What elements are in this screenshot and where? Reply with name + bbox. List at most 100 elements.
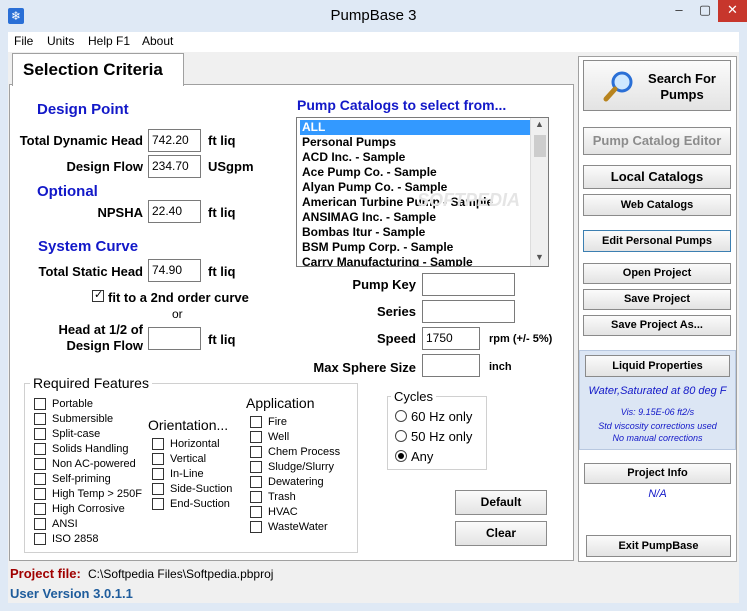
softpedia-watermark: SOFTPEDIA xyxy=(417,190,521,210)
tab-selection-criteria[interactable]: Selection Criteria xyxy=(12,53,184,86)
feature-label: Split-case xyxy=(52,428,101,440)
static-head-label: Total Static Head xyxy=(38,264,143,279)
pump-key-label: Pump Key xyxy=(352,277,416,292)
pump-key-input[interactable] xyxy=(422,273,515,296)
orientation-inline-checkbox[interactable] xyxy=(152,468,164,480)
orientation-vertical-checkbox[interactable] xyxy=(152,453,164,465)
half-head-input[interactable] xyxy=(148,327,201,350)
static-head-input[interactable]: 74.90 xyxy=(148,259,201,282)
menu-file[interactable]: File xyxy=(14,34,33,48)
feature-label: ISO 2858 xyxy=(52,533,99,545)
version-label: User Version 3.0.1.1 xyxy=(10,586,133,601)
optional-header: Optional xyxy=(37,183,98,200)
feature-non-ac-checkbox[interactable] xyxy=(34,458,46,470)
application-chem-checkbox[interactable] xyxy=(250,446,262,458)
feature-label: Solids Handling xyxy=(52,443,129,455)
scroll-up-icon[interactable]: ▲ xyxy=(535,119,544,129)
application-wastewater-checkbox[interactable] xyxy=(250,521,262,533)
search-pumps-button[interactable]: Search For Pumps xyxy=(583,60,731,111)
list-item[interactable]: BSM Pump Corp. - Sample xyxy=(300,240,530,255)
static-head-unit: ft liq xyxy=(208,264,236,279)
cycles-title: Cycles xyxy=(391,389,437,404)
npsha-input[interactable]: 22.40 xyxy=(148,200,201,223)
cycles-50hz-radio[interactable] xyxy=(395,430,407,442)
feature-label: ANSI xyxy=(52,518,78,530)
feature-label: Portable xyxy=(52,398,93,410)
clear-button[interactable]: Clear xyxy=(455,521,547,546)
edit-personal-pumps-button[interactable]: Edit Personal Pumps xyxy=(583,230,731,252)
application-label: HVAC xyxy=(268,506,298,518)
sphere-unit: inch xyxy=(489,361,512,373)
catalog-scrollbar[interactable]: ▲ ▼ xyxy=(530,118,548,266)
menu-help[interactable]: Help F1 xyxy=(88,34,130,48)
application-trash-checkbox[interactable] xyxy=(250,491,262,503)
orientation-side-suction-checkbox[interactable] xyxy=(152,483,164,495)
cycles-50hz-label: 50 Hz only xyxy=(411,429,473,444)
catalog-item-all[interactable]: ALL xyxy=(300,120,530,135)
feature-self-priming-checkbox[interactable] xyxy=(34,473,46,485)
system-curve-header: System Curve xyxy=(38,238,139,255)
menu-units[interactable]: Units xyxy=(47,34,74,48)
magnifier-icon xyxy=(603,71,633,102)
application-hvac-checkbox[interactable] xyxy=(250,506,262,518)
catalog-list[interactable]: ALL Personal Pumps ACD Inc. - Sample Ace… xyxy=(296,117,549,267)
application-dewatering-checkbox[interactable] xyxy=(250,476,262,488)
orientation-label: Vertical xyxy=(170,453,207,465)
fit-curve-checkbox[interactable] xyxy=(92,288,104,302)
web-catalogs-button[interactable]: Web Catalogs xyxy=(583,194,731,216)
tdh-input[interactable]: 742.20 xyxy=(148,129,201,152)
list-item[interactable]: Bombas Itur - Sample xyxy=(300,225,530,240)
half-head-label-1: Head at 1/2 of xyxy=(58,322,143,337)
cycles-any-radio[interactable] xyxy=(395,450,407,462)
close-button[interactable]: ✕ xyxy=(718,0,747,22)
sphere-label: Max Sphere Size xyxy=(313,360,416,375)
orientation-end-suction-checkbox[interactable] xyxy=(152,498,164,510)
feature-submersible-checkbox[interactable] xyxy=(34,413,46,425)
viscosity-value: Vis: 9.15E-06 ft2/s xyxy=(620,407,695,417)
viscosity-note-2: No manual corrections xyxy=(612,433,703,443)
cycles-60hz-radio[interactable] xyxy=(395,410,407,422)
list-item[interactable]: Personal Pumps xyxy=(300,135,530,150)
local-catalogs-button[interactable]: Local Catalogs xyxy=(583,165,731,189)
scroll-down-icon[interactable]: ▼ xyxy=(535,252,544,262)
feature-split-case-checkbox[interactable] xyxy=(34,428,46,440)
save-project-button[interactable]: Save Project xyxy=(583,289,731,310)
flow-input[interactable]: 234.70 xyxy=(148,155,201,178)
application-title: Application xyxy=(246,395,315,411)
feature-ansi-checkbox[interactable] xyxy=(34,518,46,530)
save-project-as-button[interactable]: Save Project As... xyxy=(583,315,731,336)
default-button[interactable]: Default xyxy=(455,490,547,515)
sphere-input[interactable] xyxy=(422,354,480,377)
open-project-button[interactable]: Open Project xyxy=(583,263,731,284)
orientation-label: In-Line xyxy=(170,468,204,480)
feature-iso-checkbox[interactable] xyxy=(34,533,46,545)
application-well-checkbox[interactable] xyxy=(250,431,262,443)
scroll-thumb[interactable] xyxy=(534,135,546,157)
speed-input[interactable]: 1750 xyxy=(422,327,480,350)
project-info-value: N/A xyxy=(648,488,667,500)
series-input[interactable] xyxy=(422,300,515,323)
feature-high-temp-checkbox[interactable] xyxy=(34,488,46,500)
catalog-editor-button[interactable]: Pump Catalog Editor xyxy=(583,127,731,155)
maximize-button[interactable]: ▢ xyxy=(692,0,718,22)
application-sludge-checkbox[interactable] xyxy=(250,461,262,473)
feature-high-corrosive-checkbox[interactable] xyxy=(34,503,46,515)
exit-button[interactable]: Exit PumpBase xyxy=(586,535,731,557)
orientation-horizontal-checkbox[interactable] xyxy=(152,438,164,450)
project-file-label: Project file: xyxy=(10,566,81,581)
minimize-button[interactable]: – xyxy=(666,0,692,22)
search-pumps-label-2: Pumps xyxy=(660,87,704,102)
feature-solids-checkbox[interactable] xyxy=(34,443,46,455)
liquid-properties-button[interactable]: Liquid Properties xyxy=(585,355,730,377)
application-label: Chem Process xyxy=(268,446,341,458)
list-item[interactable]: ACD Inc. - Sample xyxy=(300,150,530,165)
menu-about[interactable]: About xyxy=(142,34,173,48)
application-fire-checkbox[interactable] xyxy=(250,416,262,428)
application-label: Well xyxy=(268,431,290,443)
project-info-button[interactable]: Project Info xyxy=(584,463,731,484)
feature-portable-checkbox[interactable] xyxy=(34,398,46,410)
list-item[interactable]: Ace Pump Co. - Sample xyxy=(300,165,530,180)
list-item[interactable]: Carry Manufacturing - Sample xyxy=(300,255,530,266)
flow-label: Design Flow xyxy=(66,159,143,174)
list-item[interactable]: ANSIMAG Inc. - Sample xyxy=(300,210,530,225)
